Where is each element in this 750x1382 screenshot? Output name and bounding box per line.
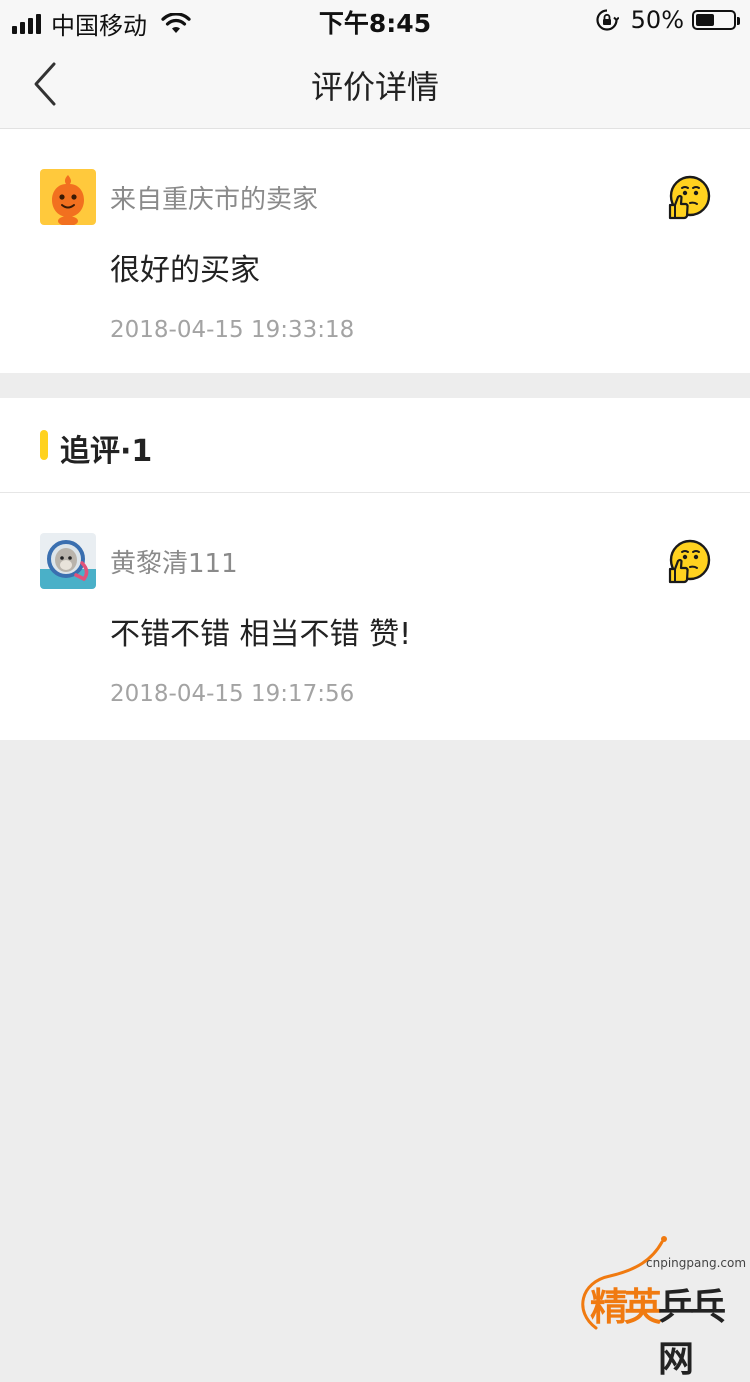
status-bar: 中国移动 下午8:45 50% [0,0,750,40]
review-time: 2018-04-15 19:17:56 [110,681,355,707]
battery-percent: 50% [630,6,684,34]
status-right: 50% [595,6,740,34]
followup-review-card: 黄黎清111 不错不错 相当不错 赞! 2018-04-15 19:17:56 [0,493,750,740]
watermark-name-a: 精英 [590,1285,662,1329]
thumbs-up-face-icon [668,175,711,220]
page-title: 评价详情 [310,68,439,106]
section-title: 追评·1 [60,434,153,469]
review-text: 不错不错 相当不错 赞! [110,617,412,652]
reviewer-name: 来自重庆市的卖家 [110,185,319,215]
review-text: 很好的买家 [110,253,260,288]
seller-avatar-image [40,169,96,225]
watermark-logo: cnpingpang.com 精英 乒乓网 [566,1230,747,1380]
watermark-site: cnpingpang.com [646,1256,747,1270]
section-accent-bar [40,430,48,460]
followup-section-header: 追评·1 [0,398,750,493]
review-card: 来自重庆市的卖家 很好的买家 2018-04-15 19:33:18 [0,129,750,373]
battery-fill [696,14,714,26]
review-time: 2018-04-15 19:33:18 [110,317,355,343]
reviewer-name: 黄黎清111 [110,549,238,579]
watermark-name-b: 乒乓网 [658,1287,726,1380]
nav-bar: 评价详情 [0,40,750,129]
avatar[interactable] [40,169,96,225]
thumbs-up-face-icon [668,539,711,584]
orientation-lock-icon [596,9,619,31]
avatar[interactable] [40,533,96,589]
battery-icon [692,10,740,30]
buyer-avatar-image [40,533,96,589]
